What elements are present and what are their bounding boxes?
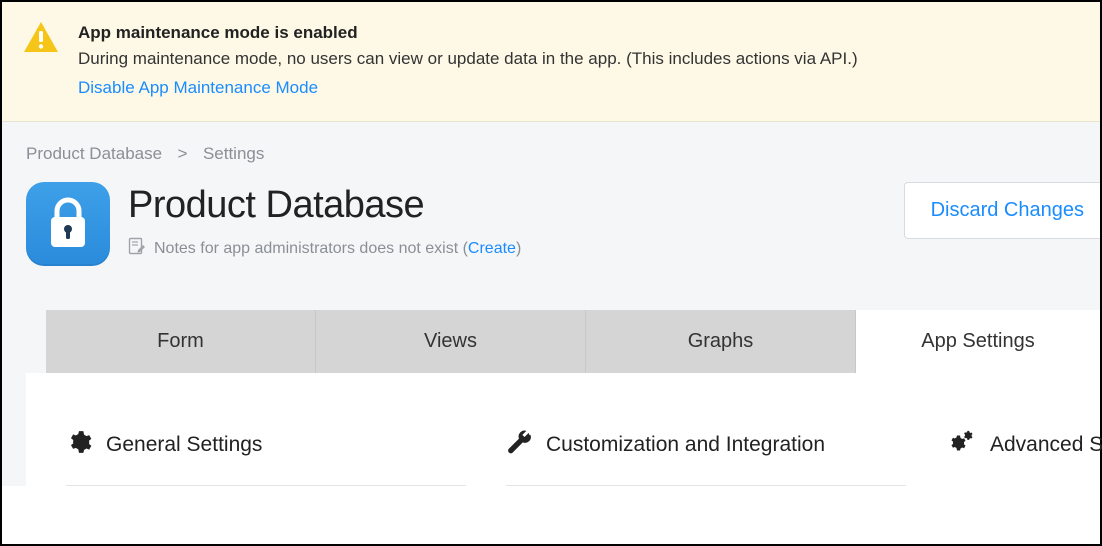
heading-customization-label: Customization and Integration: [546, 433, 825, 457]
alert-title: App maintenance mode is enabled: [78, 20, 858, 46]
gear-icon: [66, 429, 92, 461]
app-lock-icon: [26, 182, 110, 266]
disable-maintenance-link[interactable]: Disable App Maintenance Mode: [78, 75, 318, 101]
discard-changes-button[interactable]: Discard Changes: [904, 182, 1100, 239]
section-advanced: Advanced S: [946, 429, 1102, 486]
page-header: Product Database Notes for app administr…: [2, 176, 1100, 266]
tab-form[interactable]: Form: [46, 310, 316, 373]
notes-prefix: Notes for app administrators does not ex…: [154, 240, 468, 257]
notes-suffix: ): [516, 240, 521, 257]
breadcrumb-current: Settings: [203, 144, 264, 163]
heading-general-label: General Settings: [106, 433, 262, 457]
section-customization: Customization and Integration: [506, 429, 906, 486]
content-area: Product Database > Settings Product Data…: [2, 122, 1100, 486]
wrench-icon: [506, 429, 532, 461]
settings-panel: General Settings Customization and Integ…: [26, 373, 1100, 486]
heading-advanced-label: Advanced S: [990, 433, 1102, 457]
heading-general[interactable]: General Settings: [66, 429, 466, 486]
breadcrumb: Product Database > Settings: [2, 122, 1100, 176]
alert-body: App maintenance mode is enabled During m…: [78, 20, 858, 101]
gears-icon: [946, 429, 976, 461]
alert-description: During maintenance mode, no users can vi…: [78, 46, 858, 72]
maintenance-alert: App maintenance mode is enabled During m…: [2, 2, 1100, 122]
header-text: Product Database Notes for app administr…: [128, 182, 886, 260]
page-title: Product Database: [128, 184, 886, 227]
breadcrumb-separator: >: [173, 144, 192, 163]
note-edit-icon: [128, 237, 146, 260]
tab-app-settings[interactable]: App Settings: [856, 310, 1100, 373]
heading-advanced[interactable]: Advanced S: [946, 429, 1102, 485]
section-general: General Settings: [66, 429, 466, 486]
admin-notes-line: Notes for app administrators does not ex…: [128, 237, 886, 260]
tab-views[interactable]: Views: [316, 310, 586, 373]
heading-customization[interactable]: Customization and Integration: [506, 429, 906, 486]
warning-icon: [24, 22, 58, 57]
tab-graphs[interactable]: Graphs: [586, 310, 856, 373]
breadcrumb-root[interactable]: Product Database: [26, 144, 162, 163]
create-notes-link[interactable]: Create: [468, 240, 516, 257]
tabs-row: Form Views Graphs App Settings: [46, 310, 1100, 373]
